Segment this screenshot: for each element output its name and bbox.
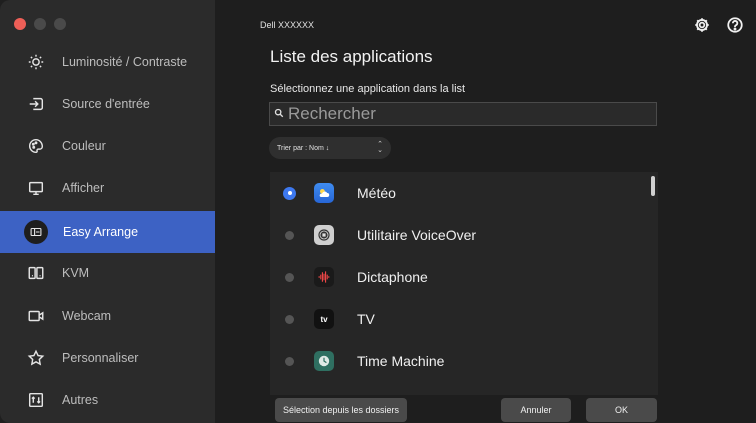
sort-dropdown[interactable]: Trier par : Nom ↓ ⌃ ⌄ <box>269 137 391 159</box>
monitor-model-label: Dell XXXXXX <box>260 20 315 30</box>
cancel-button[interactable]: Annuler <box>501 398 571 422</box>
list-item[interactable]: Dictaphone <box>270 256 650 298</box>
voice-memos-app-icon <box>314 267 334 287</box>
radio-button[interactable] <box>285 230 294 240</box>
star-icon <box>25 347 47 369</box>
chevron-up-down-icon: ⌃ ⌄ <box>377 141 383 154</box>
gear-icon[interactable] <box>693 16 711 34</box>
kvm-icon <box>25 262 47 284</box>
select-from-folders-button[interactable]: Sélection depuis les dossiers <box>275 398 407 422</box>
apple-tv-logo-text: tv <box>320 314 328 324</box>
app-name: TV <box>357 311 375 327</box>
webcam-icon <box>25 305 47 327</box>
app-name: Utilitaire VoiceOver <box>357 227 477 243</box>
radio-button[interactable] <box>285 314 294 324</box>
sidebar-item-label: Couleur <box>62 139 106 153</box>
others-icon <box>25 389 47 411</box>
voiceover-app-icon <box>314 225 334 245</box>
search-icon <box>274 105 286 118</box>
app-name: Dictaphone <box>357 269 428 285</box>
radio-button[interactable] <box>285 272 294 282</box>
list-scrollbar[interactable] <box>651 176 655 196</box>
sidebar-item-easy-arrange[interactable]: Easy Arrange <box>0 211 215 253</box>
sidebar-item-color[interactable]: Couleur <box>0 125 215 167</box>
app-name: Météo <box>357 185 396 201</box>
application-list[interactable]: Météo Utilitaire VoiceOver Dictaphone tv… <box>270 172 658 395</box>
sidebar-item-label: Easy Arrange <box>63 225 139 239</box>
list-item[interactable]: tv TV <box>270 298 650 340</box>
page-title: Liste des applications <box>270 47 433 66</box>
sidebar-item-personalize[interactable]: Personnaliser <box>0 337 215 379</box>
sidebar-item-label: Source d'entrée <box>62 97 150 111</box>
list-item[interactable]: Time Machine <box>270 340 650 382</box>
easy-arrange-icon <box>24 220 48 244</box>
list-item[interactable]: Météo <box>270 172 650 214</box>
sidebar-item-label: Autres <box>62 393 99 407</box>
radio-button-selected[interactable] <box>285 188 294 198</box>
sidebar-item-label: Luminosité / Contraste <box>62 55 188 69</box>
radio-button[interactable] <box>285 356 294 366</box>
sidebar-item-label: Personnaliser <box>62 351 139 365</box>
sidebar-item-label: Afficher <box>62 181 105 195</box>
page-subtitle: Sélectionnez une application dans la lis… <box>270 83 466 95</box>
sidebar-item-webcam[interactable]: Webcam <box>0 295 215 337</box>
sidebar-item-others[interactable]: Autres <box>0 379 215 421</box>
main-panel: Dell XXXXXX Liste des applications Sélec… <box>215 0 756 423</box>
close-window-button[interactable] <box>14 18 26 30</box>
minimize-window-button[interactable] <box>34 18 46 30</box>
display-icon <box>25 177 47 199</box>
sidebar-item-kvm[interactable]: KVM <box>0 252 215 294</box>
color-palette-icon <box>25 135 47 157</box>
sidebar-item-label: Webcam <box>62 309 112 323</box>
sort-label: Trier par : Nom ↓ <box>277 144 330 152</box>
weather-app-icon <box>314 183 334 203</box>
time-machine-app-icon <box>314 351 334 371</box>
list-item[interactable]: Utilitaire VoiceOver <box>270 214 650 256</box>
sidebar-item-input-source[interactable]: Source d'entrée <box>0 83 215 125</box>
window-controls <box>14 18 66 30</box>
sidebar-item-label: KVM <box>62 266 90 280</box>
input-source-icon <box>25 93 47 115</box>
apple-tv-app-icon: tv <box>314 309 334 329</box>
help-icon[interactable] <box>726 16 744 34</box>
search-input[interactable] <box>286 103 656 125</box>
sidebar: Luminosité / Contraste Source d'entrée C… <box>0 0 215 423</box>
maximize-window-button[interactable] <box>54 18 66 30</box>
sidebar-item-display[interactable]: Afficher <box>0 167 215 209</box>
ok-button[interactable]: OK <box>586 398 657 422</box>
app-name: Time Machine <box>357 353 445 369</box>
app-window: Luminosité / Contraste Source d'entrée C… <box>0 0 756 423</box>
brightness-icon <box>25 51 47 73</box>
search-box[interactable] <box>269 102 657 126</box>
sidebar-item-brightness-contrast[interactable]: Luminosité / Contraste <box>0 41 215 83</box>
